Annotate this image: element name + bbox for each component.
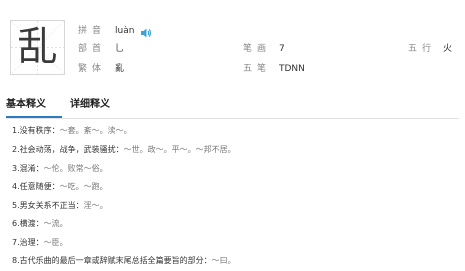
definition-example: ～套。紊～。渎～。 xyxy=(59,126,132,135)
definition-example: ～流。 xyxy=(43,219,68,228)
definition-item: 6.横渡：～流。 xyxy=(12,218,68,230)
definition-item: 5.男女关系不正当：淫～。 xyxy=(12,200,108,212)
speaker-icon[interactable] xyxy=(140,24,152,38)
definition-example: 淫～。 xyxy=(83,201,108,210)
definition-text: 没有秩序： xyxy=(19,126,60,135)
pinyin-label: 拼音 xyxy=(78,26,107,36)
tab-basic-definition[interactable]: 基本释义 xyxy=(6,97,62,118)
wuxing-value: 火 xyxy=(443,44,453,54)
definition-item: 7.治理：～臣。 xyxy=(12,237,68,249)
definition-text: 古代乐曲的最后一章或辞赋末尾总括全篇要旨的部分： xyxy=(19,256,212,265)
definition-text: 横渡： xyxy=(19,219,44,228)
definition-text: 混淆： xyxy=(19,164,44,173)
definition-number: 7. xyxy=(12,238,20,247)
pinyin-value: luàn xyxy=(115,26,135,36)
definition-example: ～吃。～跑。 xyxy=(59,182,108,191)
definition-number: 2. xyxy=(12,145,20,154)
definition-number: 8. xyxy=(12,256,20,265)
wubi-label: 五笔 xyxy=(243,64,272,74)
definition-number: 5. xyxy=(12,201,20,210)
definition-number: 1. xyxy=(12,126,20,135)
character-box: 乱 xyxy=(10,20,65,75)
wubi-value: TDNN xyxy=(279,64,305,74)
definition-item: 2.社会动荡，战争，武装骚扰：～世。政～。平～。～邦不居。 xyxy=(12,144,236,156)
definition-text: 任意随便： xyxy=(19,182,60,191)
radical-value: 乚 xyxy=(115,44,125,54)
definition-example: ～世。政～。平～。～邦不居。 xyxy=(123,145,236,154)
definition-example: ～臣。 xyxy=(43,238,68,247)
definition-number: 3. xyxy=(12,164,20,173)
definition-item: 4.任意随便：～吃。～跑。 xyxy=(12,181,108,193)
definition-item: 3.混淆：～伦。败常～俗。 xyxy=(12,163,108,175)
definition-example: ～曰。 xyxy=(211,256,236,265)
definition-item: 1.没有秩序：～套。紊～。渎～。 xyxy=(12,125,132,137)
definition-example: ～伦。败常～俗。 xyxy=(43,164,108,173)
traditional-label: 繁体 xyxy=(78,64,107,74)
wuxing-label: 五行 xyxy=(408,44,437,54)
traditional-value: 亂 xyxy=(115,64,125,74)
definition-number: 6. xyxy=(12,219,20,228)
radical-label: 部首 xyxy=(78,44,107,54)
definition-text: 社会动荡，战争，武装骚扰： xyxy=(19,145,124,154)
definition-tabs: 基本释义 详细释义 xyxy=(6,97,459,119)
strokes-value: 7 xyxy=(279,44,285,54)
definition-text: 男女关系不正当： xyxy=(19,201,84,210)
definition-number: 4. xyxy=(12,182,20,191)
definition-text: 治理： xyxy=(19,238,44,247)
strokes-label: 笔画 xyxy=(243,44,272,54)
character-glyph: 乱 xyxy=(17,24,58,70)
definition-item: 8.古代乐曲的最后一章或辞赋末尾总括全篇要旨的部分：～曰。 xyxy=(12,255,236,267)
tab-detailed-definition[interactable]: 详细释义 xyxy=(70,97,110,116)
